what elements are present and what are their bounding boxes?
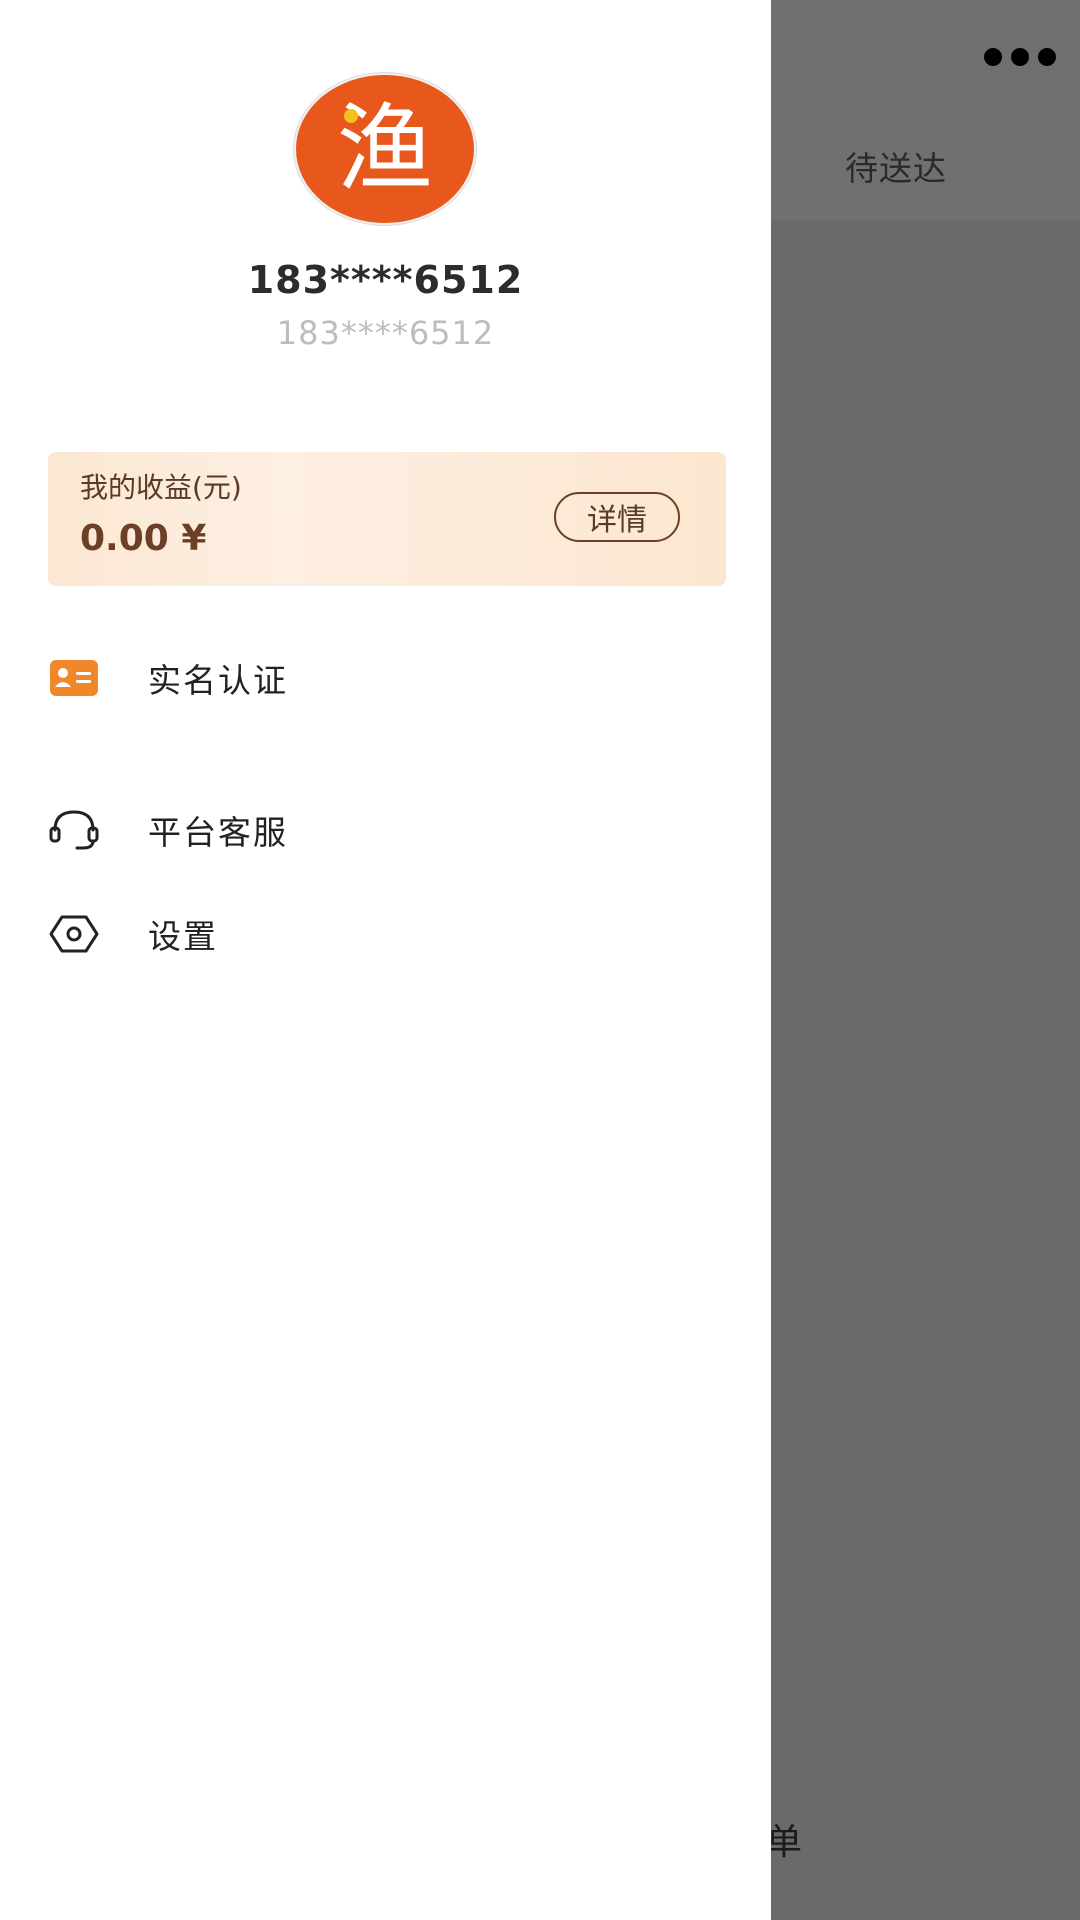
side-drawer: 渔 183****6512 183****6512 我的收益(元) 0.00 ¥…: [0, 0, 771, 1920]
menu-item-settings[interactable]: 设置: [48, 894, 728, 974]
menu-item-customer-service[interactable]: 平台客服: [48, 790, 728, 870]
dot: [1038, 48, 1056, 66]
settings-hexagon-icon: [48, 908, 100, 960]
menu-item-label: 实名认证: [148, 661, 288, 700]
earnings-card: 我的收益(元) 0.00 ¥ 详情: [48, 452, 726, 586]
earnings-detail-button[interactable]: 详情: [554, 492, 680, 542]
tab-pending-delivery[interactable]: 待送达: [845, 142, 947, 190]
more-dots-icon[interactable]: [984, 46, 1056, 68]
headset-icon: [48, 804, 100, 856]
menu-item-label: 设置: [148, 917, 218, 956]
user-phone: 183****6512: [276, 314, 495, 352]
menu-item-label: 平台客服: [148, 813, 288, 852]
dot: [984, 48, 1002, 66]
dot: [1011, 48, 1029, 66]
earnings-value: 0.00 ¥: [80, 518, 207, 559]
avatar[interactable]: 渔: [294, 73, 476, 225]
background-bottom-text: 单: [766, 1822, 803, 1863]
earnings-label: 我的收益(元): [80, 471, 242, 504]
avatar-dot: [344, 109, 358, 123]
menu-item-real-name[interactable]: 实名认证: [48, 638, 728, 718]
user-name: 183****6512: [247, 258, 524, 302]
id-card-icon: [48, 652, 100, 704]
